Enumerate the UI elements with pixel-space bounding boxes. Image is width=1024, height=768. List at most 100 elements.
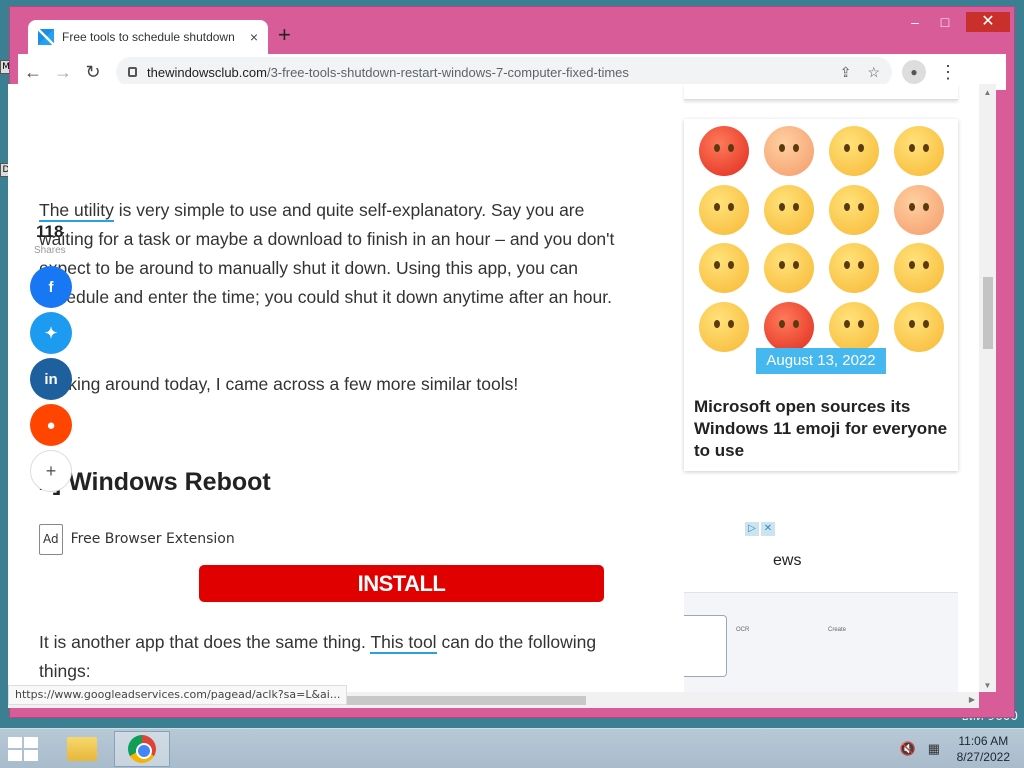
tool-link[interactable]: This tool bbox=[370, 632, 437, 654]
back-button[interactable]: ← bbox=[18, 57, 48, 87]
lock-icon bbox=[128, 67, 137, 77]
start-button[interactable] bbox=[8, 737, 38, 761]
status-bar-url: https://www.googleadservices.com/pagead/… bbox=[8, 685, 348, 705]
reload-button[interactable]: ↻ bbox=[78, 57, 108, 87]
menu-kebab-icon[interactable]: ⋮ bbox=[938, 62, 958, 83]
date-badge: August 13, 2022 bbox=[756, 348, 886, 374]
file-explorer-taskbar-button[interactable] bbox=[54, 731, 110, 767]
clock-date: 8/27/2022 bbox=[956, 750, 1010, 764]
tab-close-icon[interactable]: × bbox=[250, 29, 258, 45]
emoji-icon bbox=[763, 126, 814, 177]
chrome-taskbar-button[interactable] bbox=[114, 731, 170, 767]
facebook-share-button[interactable]: f bbox=[30, 266, 72, 308]
emoji-icon bbox=[893, 301, 944, 352]
minimize-button[interactable]: – bbox=[900, 12, 930, 32]
previous-card-edge bbox=[684, 84, 958, 100]
paragraph-text: It is another app that does the same thi… bbox=[39, 632, 371, 652]
address-bar[interactable]: thewindowsclub.com /3-free-tools-shutdow… bbox=[116, 57, 892, 87]
scroll-right-icon[interactable]: ▶ bbox=[969, 692, 975, 708]
arrow-right-icon: → bbox=[54, 61, 72, 82]
card-title[interactable]: Microsoft open sources its Windows 11 em… bbox=[694, 396, 949, 462]
close-window-button[interactable]: ✕ bbox=[966, 12, 1010, 32]
windows-logo-icon bbox=[8, 750, 22, 761]
ad-line[interactable]: Ad Free Browser Extension bbox=[39, 524, 235, 555]
url-path: /3-free-tools-shutdown-restart-windows-7… bbox=[266, 64, 629, 80]
site-favicon-icon bbox=[38, 29, 54, 45]
emoji-icon bbox=[828, 184, 879, 235]
taskbar: 🔇 ▦ 11:06 AM 8/27/2022 bbox=[0, 728, 1024, 768]
emoji-icon bbox=[698, 243, 749, 294]
profile-avatar-icon[interactable]: ● bbox=[902, 60, 926, 84]
reddit-icon: ● bbox=[46, 416, 56, 434]
adchoices-badge[interactable]: ▷ ✕ bbox=[745, 522, 775, 536]
clock[interactable]: 11:06 AM 8/27/2022 bbox=[957, 733, 1010, 765]
facebook-icon: f bbox=[48, 278, 54, 296]
web-page: The utility is very simple to use and qu… bbox=[8, 84, 979, 692]
emoji-icon bbox=[763, 301, 814, 352]
windows-logo-icon bbox=[24, 750, 38, 761]
preview-ocr: OCR bbox=[730, 621, 814, 683]
horizontal-scroll-thumb[interactable] bbox=[336, 696, 586, 705]
windows-logo-icon bbox=[8, 737, 22, 748]
emoji-icon bbox=[763, 184, 814, 235]
chrome-icon bbox=[128, 735, 156, 763]
emoji-thumbnail bbox=[692, 123, 950, 355]
maximize-button[interactable]: □ bbox=[930, 12, 960, 32]
url-host: thewindowsclub.com bbox=[147, 64, 267, 80]
forward-button[interactable]: → bbox=[48, 57, 78, 87]
more-share-button[interactable]: + bbox=[30, 450, 72, 492]
preview-label: Create bbox=[828, 627, 847, 633]
preview-label: OCR bbox=[736, 627, 750, 633]
scroll-thumb[interactable] bbox=[983, 277, 993, 349]
emoji-icon bbox=[893, 184, 944, 235]
emoji-icon bbox=[828, 126, 879, 177]
emoji-icon bbox=[698, 184, 749, 235]
close-ad-icon[interactable]: ✕ bbox=[761, 522, 775, 536]
twitter-icon: ✦ bbox=[44, 325, 58, 342]
install-button[interactable]: INSTALL bbox=[199, 565, 604, 602]
emoji-icon bbox=[828, 301, 879, 352]
section-heading: 2] Windows Reboot bbox=[39, 468, 271, 496]
utility-link[interactable]: The utility bbox=[39, 200, 114, 222]
reddit-share-button[interactable]: ● bbox=[30, 404, 72, 446]
windows-logo-icon bbox=[24, 737, 38, 748]
system-tray: 🔇 ▦ bbox=[900, 741, 940, 757]
clock-time: 11:06 AM bbox=[958, 734, 1009, 748]
preview-create: Create bbox=[822, 621, 906, 683]
preview-image: OCR Create bbox=[684, 592, 958, 692]
arrow-left-icon: ← bbox=[24, 61, 42, 82]
ad-text: Free Browser Extension bbox=[70, 531, 235, 547]
emoji-icon bbox=[698, 126, 749, 177]
network-icon[interactable]: ▦ bbox=[928, 741, 940, 757]
emoji-icon bbox=[698, 301, 749, 352]
reload-icon: ↻ bbox=[85, 61, 101, 82]
new-tab-button[interactable]: + bbox=[278, 24, 291, 46]
scroll-up-icon[interactable]: ▲ bbox=[979, 88, 996, 97]
emoji-icon bbox=[763, 243, 814, 294]
tab-title: Free tools to schedule shutdown bbox=[62, 30, 235, 44]
ad-tag: Ad bbox=[39, 524, 63, 555]
folder-icon bbox=[67, 737, 97, 761]
paragraph: It is another app that does the same thi… bbox=[39, 628, 624, 686]
share-page-icon[interactable]: ⇪ bbox=[840, 64, 852, 81]
preview-panel bbox=[684, 615, 727, 677]
emoji-icon bbox=[828, 243, 879, 294]
adchoices-icon: ▷ bbox=[745, 522, 759, 536]
twitter-share-button[interactable]: ✦ bbox=[30, 312, 72, 354]
scroll-down-icon[interactable]: ▼ bbox=[979, 681, 996, 690]
emoji-icon bbox=[893, 243, 944, 294]
linkedin-icon: in bbox=[44, 370, 58, 388]
news-heading: ews bbox=[773, 552, 802, 569]
volume-muted-icon[interactable]: 🔇 bbox=[900, 741, 916, 757]
title-bar: Free tools to schedule shutdown × + – □ … bbox=[10, 7, 1014, 54]
paragraph: The utility is very simple to use and qu… bbox=[39, 196, 624, 312]
paragraph: Looking around today, I came across a fe… bbox=[39, 374, 519, 394]
bookmark-star-icon[interactable]: ☆ bbox=[867, 64, 880, 81]
paragraph-text: is very simple to use and quite self-exp… bbox=[39, 200, 615, 307]
linkedin-share-button[interactable]: in bbox=[30, 358, 72, 400]
share-count: 118 bbox=[36, 222, 64, 241]
browser-tab[interactable]: Free tools to schedule shutdown × bbox=[28, 20, 268, 54]
related-post-card[interactable]: August 13, 2022 Microsoft open sources i… bbox=[684, 119, 958, 471]
emoji-icon bbox=[893, 126, 944, 177]
vertical-scrollbar[interactable]: ▲ ▼ bbox=[979, 84, 996, 692]
